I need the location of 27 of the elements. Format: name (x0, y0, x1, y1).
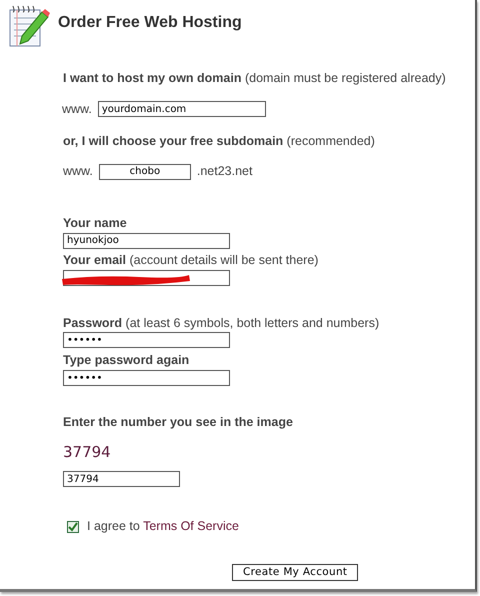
name-input-field[interactable]: hyunokjoo (63, 232, 230, 249)
password-label: Password (63, 316, 122, 330)
create-account-button[interactable]: Create My Account (232, 564, 358, 581)
captcha-label: Enter the number you see in the image (63, 414, 294, 431)
subdomain-note: (recommended) (286, 134, 375, 148)
subdomain-label: or, I will choose your free subdomain (63, 134, 284, 148)
subdomain-input-field[interactable]: chobo (98, 164, 191, 180)
domain-input-field[interactable]: yourdomain.com (98, 101, 266, 118)
agree-text: I agree to (87, 519, 140, 534)
email-label: Your email (63, 252, 126, 267)
agree-checkbox[interactable] (67, 520, 79, 533)
notepad-pencil-icon (8, 4, 50, 48)
www-prefix: www. (63, 163, 93, 180)
domain-suffix: .net23.net (196, 163, 252, 180)
password-note: (at least 6 symbols, both letters and numbers) (126, 316, 380, 330)
captcha-input-field[interactable]: 37794 (63, 471, 180, 488)
own-domain-note: (domain must be registered already) (244, 71, 446, 85)
page-title: Order Free Web Hosting (58, 13, 242, 33)
terms-link[interactable]: Terms Of Service (143, 519, 239, 534)
own-domain-label: I want to host my own domain (63, 71, 242, 85)
password-again-input-field[interactable]: •••••• (63, 370, 230, 386)
www-prefix: www. (62, 100, 92, 118)
captcha-number: 37794 (63, 442, 112, 463)
name-label: Your name (63, 215, 128, 232)
password-again-label: Type password again (63, 352, 190, 370)
password-input-field[interactable]: •••••• (63, 332, 230, 348)
email-note: (account details will be sent there) (129, 252, 318, 267)
